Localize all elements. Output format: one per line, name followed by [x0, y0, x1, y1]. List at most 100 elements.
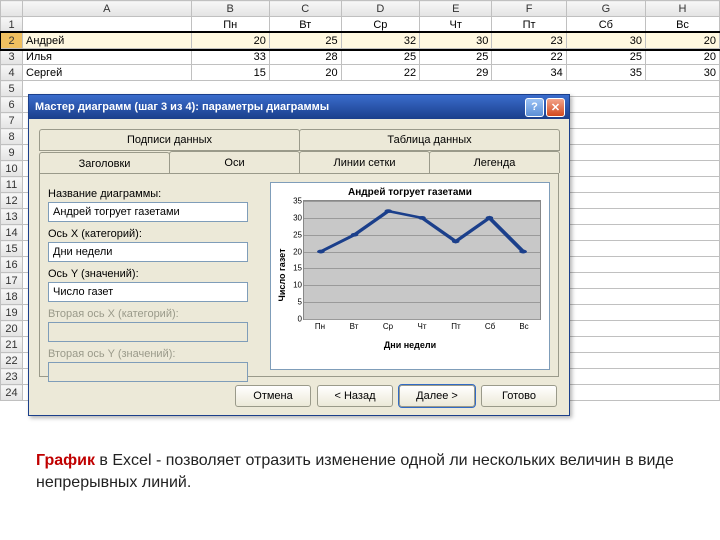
preview-xlabel: Дни недели [275, 340, 545, 350]
cell[interactable]: 30 [420, 33, 492, 49]
cell[interactable]: Пн [191, 17, 269, 33]
chart-preview: Андрей тогрует газетами Число газет 0510… [270, 182, 550, 370]
cell[interactable]: Чт [420, 17, 492, 33]
dialog-title: Мастер диаграмм (шаг 3 из 4): параметры … [35, 101, 329, 113]
col-header[interactable]: A [23, 1, 192, 17]
tab-axes[interactable]: Оси [169, 151, 300, 173]
row-header[interactable]: 17 [1, 273, 23, 289]
chart-title-label: Название диаграммы: [48, 188, 258, 200]
titlebar[interactable]: Мастер диаграмм (шаг 3 из 4): параметры … [29, 95, 569, 119]
row-header[interactable]: 24 [1, 385, 23, 401]
y-axis-label: Ось Y (значений): [48, 268, 258, 280]
caption-bold: График [36, 452, 95, 469]
cell[interactable]: 25 [341, 49, 420, 65]
row-header[interactable]: 18 [1, 289, 23, 305]
row-header[interactable]: 4 [1, 65, 23, 81]
fields-group: Название диаграммы: Ось X (категорий): О… [48, 182, 258, 382]
back-button[interactable]: < Назад [317, 385, 393, 407]
cell[interactable]: 25 [269, 33, 341, 49]
row-header[interactable]: 10 [1, 161, 23, 177]
row-header[interactable]: 11 [1, 177, 23, 193]
y2-axis-label: Вторая ось Y (значений): [48, 348, 258, 360]
button-bar: Отмена < Назад Далее > Готово [235, 385, 557, 407]
col-header[interactable]: D [341, 1, 420, 17]
col-header[interactable]: E [420, 1, 492, 17]
tabstrip: Подписи данных Таблица данных Заголовки … [39, 129, 559, 173]
col-header[interactable]: B [191, 1, 269, 17]
cell[interactable]: 33 [191, 49, 269, 65]
row-header[interactable]: 22 [1, 353, 23, 369]
row-header[interactable]: 15 [1, 241, 23, 257]
row-header[interactable]: 6 [1, 97, 23, 113]
cell[interactable]: Пт [492, 17, 566, 33]
cell[interactable]: 32 [341, 33, 420, 49]
cell[interactable]: 29 [420, 65, 492, 81]
cell[interactable]: Ср [341, 17, 420, 33]
row-header[interactable]: 14 [1, 225, 23, 241]
cell[interactable]: Вт [269, 17, 341, 33]
cell[interactable] [23, 17, 192, 33]
finish-button[interactable]: Готово [481, 385, 557, 407]
tab-data-table[interactable]: Таблица данных [299, 129, 560, 151]
cell[interactable]: Сергей [23, 65, 192, 81]
row-header[interactable]: 21 [1, 337, 23, 353]
next-button[interactable]: Далее > [399, 385, 475, 407]
x2-axis-label: Вторая ось X (категорий): [48, 308, 258, 320]
cancel-button[interactable]: Отмена [235, 385, 311, 407]
col-header[interactable]: F [492, 1, 566, 17]
row-header[interactable]: 20 [1, 321, 23, 337]
table-row: 1 Пн Вт Ср Чт Пт Сб Вс [1, 17, 720, 33]
row-header[interactable]: 12 [1, 193, 23, 209]
tab-gridlines[interactable]: Линии сетки [299, 151, 430, 173]
cell[interactable]: 30 [645, 65, 719, 81]
row-header[interactable]: 23 [1, 369, 23, 385]
cell[interactable]: 25 [566, 49, 645, 65]
cell[interactable]: 22 [341, 65, 420, 81]
cell[interactable]: 35 [566, 65, 645, 81]
row-header[interactable]: 19 [1, 305, 23, 321]
cell[interactable]: Сб [566, 17, 645, 33]
cell[interactable]: 23 [492, 33, 566, 49]
row-header[interactable]: 8 [1, 129, 23, 145]
caption-rest: в Excel - позволяет отразить изменение о… [36, 452, 674, 491]
tab-data-labels[interactable]: Подписи данных [39, 129, 300, 151]
row-header[interactable]: 16 [1, 257, 23, 273]
caption-text: График в Excel - позволяет отразить изме… [36, 450, 700, 493]
col-header[interactable]: C [269, 1, 341, 17]
chart-title-input[interactable] [48, 202, 248, 222]
y2-axis-input [48, 362, 248, 382]
cell[interactable]: 15 [191, 65, 269, 81]
cell[interactable]: 20 [645, 33, 719, 49]
row-header[interactable]: 13 [1, 209, 23, 225]
col-header-row: A B C D E F G H [1, 1, 720, 17]
row-header[interactable]: 3 [1, 49, 23, 65]
row-header[interactable]: 5 [1, 81, 23, 97]
row-header[interactable]: 1 [1, 17, 23, 33]
x-axis-input[interactable] [48, 242, 248, 262]
cell[interactable]: 28 [269, 49, 341, 65]
col-header[interactable]: G [566, 1, 645, 17]
help-button[interactable]: ? [525, 98, 544, 117]
cell[interactable]: 25 [420, 49, 492, 65]
tab-titles[interactable]: Заголовки [39, 152, 170, 175]
table-row: 2 Андрей 20 25 32 30 23 30 20 [1, 33, 720, 49]
row-header[interactable]: 2 [1, 33, 23, 49]
plot-area: 05101520253035 [303, 200, 541, 320]
cell[interactable]: 34 [492, 65, 566, 81]
close-button[interactable]: ✕ [546, 98, 565, 117]
cell[interactable]: 20 [645, 49, 719, 65]
cell[interactable]: Вс [645, 17, 719, 33]
cell[interactable]: 20 [191, 33, 269, 49]
corner-cell[interactable] [1, 1, 23, 17]
cell[interactable]: Илья [23, 49, 192, 65]
y-axis-input[interactable] [48, 282, 248, 302]
tab-legend[interactable]: Легенда [429, 151, 560, 173]
cell[interactable]: 20 [269, 65, 341, 81]
row-header[interactable]: 7 [1, 113, 23, 129]
cell[interactable]: 22 [492, 49, 566, 65]
cell[interactable]: Андрей [23, 33, 192, 49]
row-header[interactable]: 9 [1, 145, 23, 161]
chart-wizard-dialog: Мастер диаграмм (шаг 3 из 4): параметры … [28, 94, 570, 416]
col-header[interactable]: H [645, 1, 719, 17]
cell[interactable]: 30 [566, 33, 645, 49]
